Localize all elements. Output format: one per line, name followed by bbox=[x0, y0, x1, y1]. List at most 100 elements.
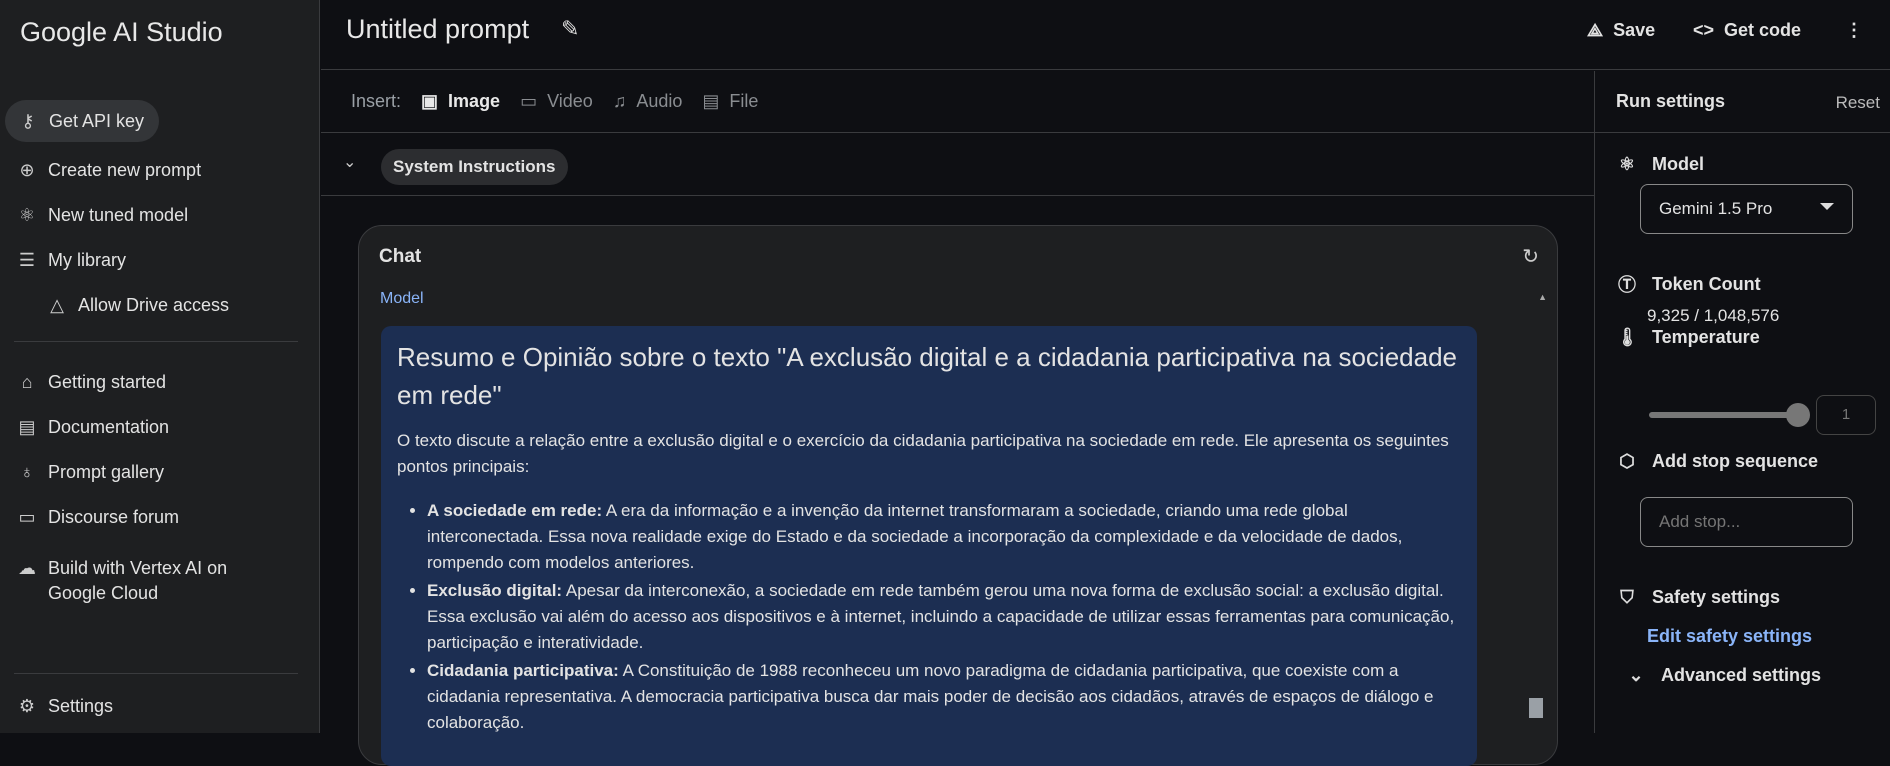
sidebar-item-create-prompt[interactable]: ⊕ Create new prompt bbox=[0, 160, 320, 181]
label-line2: Google Cloud bbox=[48, 583, 159, 603]
temperature-slider[interactable] bbox=[1649, 412, 1797, 418]
bullet-title: A sociedade em rede: bbox=[427, 501, 603, 520]
list-item: Cidadania participativa: A Constituição … bbox=[427, 658, 1461, 736]
temperature-section: 🌡 Temperature bbox=[1616, 327, 1760, 348]
insert-audio-button[interactable]: ♫ Audio bbox=[613, 91, 683, 112]
token-count-value: 9,325 / 1,048,576 bbox=[1647, 306, 1780, 325]
insert-image-button[interactable]: ▣ Image bbox=[421, 91, 500, 112]
header: Untitled prompt ✎ ⟁ Save <> Get code ⋮ bbox=[321, 0, 1890, 70]
refresh-icon[interactable]: ↻ bbox=[1522, 244, 1539, 269]
lightbulb-icon: ♁ bbox=[20, 462, 34, 482]
run-settings-panel: Run settings Reset ⚛ Model Gemini 1.5 Pro… bbox=[1594, 71, 1890, 733]
sidebar-item-settings[interactable]: ⚙ Settings bbox=[0, 696, 320, 717]
audio-file-icon: ♫ bbox=[612, 91, 627, 111]
sidebar-item-prompt-gallery[interactable]: ♁ Prompt gallery bbox=[0, 462, 320, 483]
response-intro: O texto discute a relação entre a exclus… bbox=[397, 431, 1449, 476]
run-settings-header: Run settings Reset bbox=[1595, 71, 1890, 133]
stop-sequence-input[interactable] bbox=[1640, 497, 1853, 547]
code-icon: <> bbox=[1693, 20, 1715, 40]
prompt-title[interactable]: Untitled prompt bbox=[346, 14, 529, 45]
video-icon: ▭ bbox=[520, 91, 538, 111]
model-section: ⚛ Model bbox=[1616, 154, 1704, 175]
safety-section: ⛉ Safety settings bbox=[1616, 587, 1780, 608]
sidebar-item-allow-drive[interactable]: △ Allow Drive access bbox=[0, 295, 320, 316]
sidebar-item-documentation[interactable]: ▤ Documentation bbox=[0, 417, 320, 438]
file-icon: ▤ bbox=[702, 91, 720, 111]
sidebar-item-getting-started[interactable]: ⌂ Getting started bbox=[0, 372, 320, 393]
gear-icon: ⚙ bbox=[18, 696, 36, 716]
sidebar-item-discourse-forum[interactable]: ▭ Discourse forum bbox=[0, 507, 320, 528]
edit-pencil-icon[interactable]: ✎ bbox=[561, 16, 579, 42]
label: Get code bbox=[1724, 20, 1802, 40]
label: Audio bbox=[636, 91, 683, 111]
app-logo[interactable]: Google AI Studio bbox=[20, 17, 223, 48]
school-icon: ⌂ bbox=[21, 372, 33, 392]
drive-add-icon: △ bbox=[50, 295, 64, 315]
temperature-slider-thumb[interactable] bbox=[1786, 403, 1810, 427]
token-count-section: Ⓣ Token Count bbox=[1616, 271, 1761, 297]
label: Discourse forum bbox=[48, 507, 180, 527]
bullet-title: Cidadania participativa: bbox=[427, 661, 619, 680]
sidebar: Google AI Studio ⚷ Get API key ⊕ Create ne… bbox=[0, 0, 320, 733]
divider bbox=[14, 341, 298, 342]
label: Save bbox=[1613, 20, 1656, 40]
scrollbar-thumb[interactable] bbox=[1529, 698, 1543, 718]
save-button[interactable]: ⟁ Save bbox=[1587, 20, 1655, 41]
label: Add stop sequence bbox=[1652, 451, 1819, 471]
system-instructions-button[interactable]: System Instructions bbox=[381, 149, 568, 185]
scroll-up-arrow[interactable]: ▲ bbox=[1538, 292, 1547, 302]
model-response: Resumo e Opinião sobre o texto "A exclus… bbox=[381, 326, 1477, 766]
insert-bar: Insert: ▣ Image ▭ Video ♫ Audio ▤ File bbox=[321, 71, 1594, 133]
run-settings-title: Run settings bbox=[1616, 91, 1726, 111]
edit-safety-settings-link[interactable]: Edit safety settings bbox=[1647, 626, 1812, 647]
label: File bbox=[729, 91, 759, 111]
forum-icon: ▭ bbox=[18, 507, 36, 527]
model-select[interactable]: Gemini 1.5 Pro bbox=[1640, 184, 1853, 234]
hexagon-icon: ⬡ bbox=[1619, 451, 1635, 471]
sidebar-item-vertex-ai[interactable]: ☁ Build with Vertex AI on Google Cloud bbox=[0, 556, 320, 606]
more-options-icon[interactable]: ⋮ bbox=[1845, 20, 1863, 41]
label: Settings bbox=[48, 696, 114, 716]
label: Build with Vertex AI on Google Cloud bbox=[48, 556, 227, 606]
thermometer-icon: 🌡 bbox=[1616, 327, 1639, 347]
list-item: A sociedade em rede: A era da informação… bbox=[427, 498, 1461, 576]
token-icon: Ⓣ bbox=[1618, 275, 1636, 295]
selected-value: Gemini 1.5 Pro bbox=[1659, 199, 1773, 218]
sidebar-item-new-tuned-model[interactable]: ⚛ New tuned model bbox=[0, 205, 320, 226]
label: Get API key bbox=[49, 110, 145, 131]
chevron-down-icon[interactable]: ⌄ bbox=[343, 152, 356, 172]
system-instructions-bar: ⌄ System Instructions bbox=[321, 134, 1594, 196]
response-list: A sociedade em rede: A era da informação… bbox=[397, 498, 1461, 736]
label: Allow Drive access bbox=[78, 295, 230, 315]
list-item: Exclusão digital: Apesar da interconexão… bbox=[427, 578, 1461, 656]
label: Temperature bbox=[1652, 327, 1760, 347]
plus-circle-icon: ⊕ bbox=[19, 160, 35, 180]
sidebar-item-my-library[interactable]: ☰ My library bbox=[0, 250, 320, 271]
label: Documentation bbox=[48, 417, 170, 437]
atom-icon: ⚛ bbox=[1618, 154, 1636, 174]
chat-panel: Chat ↻ Model ▲ Resumo e Opinião sobre o … bbox=[358, 225, 1558, 766]
insert-file-button[interactable]: ▤ File bbox=[702, 91, 758, 112]
dropdown-arrow-icon bbox=[1820, 203, 1834, 210]
label: Advanced settings bbox=[1661, 665, 1822, 685]
insert-label: Insert: bbox=[351, 91, 402, 111]
label: Getting started bbox=[48, 372, 167, 392]
reset-button[interactable]: Reset bbox=[1836, 93, 1880, 113]
sidebar-item-get-api-key[interactable]: ⚷ Get API key bbox=[5, 100, 159, 142]
temperature-input[interactable]: 1 bbox=[1816, 395, 1876, 435]
label: Create new prompt bbox=[48, 160, 202, 180]
message-role: Model bbox=[380, 290, 424, 307]
get-code-button[interactable]: <> Get code bbox=[1693, 20, 1801, 41]
label: Safety settings bbox=[1652, 587, 1781, 607]
chat-title: Chat bbox=[379, 246, 422, 267]
cloud-icon: ☁ bbox=[18, 558, 36, 578]
drive-icon: ⟁ bbox=[1587, 20, 1604, 40]
label: Video bbox=[547, 91, 593, 111]
advanced-settings-toggle[interactable]: ⌄ Advanced settings bbox=[1625, 665, 1821, 686]
label: Image bbox=[448, 91, 501, 111]
library-icon: ☰ bbox=[18, 250, 36, 270]
label: Token Count bbox=[1652, 273, 1761, 294]
chevron-down-icon: ⌄ bbox=[1628, 665, 1644, 685]
insert-video-button[interactable]: ▭ Video bbox=[520, 91, 593, 112]
label: Model bbox=[1652, 154, 1704, 174]
